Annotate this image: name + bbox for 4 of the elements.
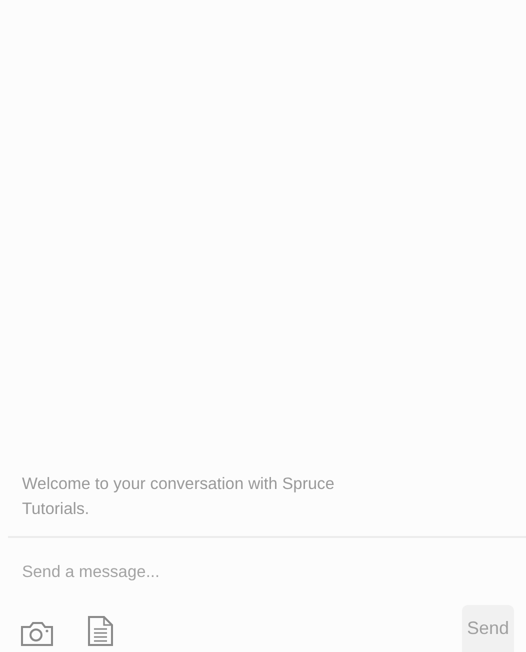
message-field[interactable]: Send a message...	[8, 552, 336, 592]
camera-icon[interactable]	[20, 620, 54, 647]
welcome-message: Welcome to your conversation with Spruce Tutorials.	[21, 474, 336, 520]
document-icon[interactable]	[87, 615, 114, 647]
